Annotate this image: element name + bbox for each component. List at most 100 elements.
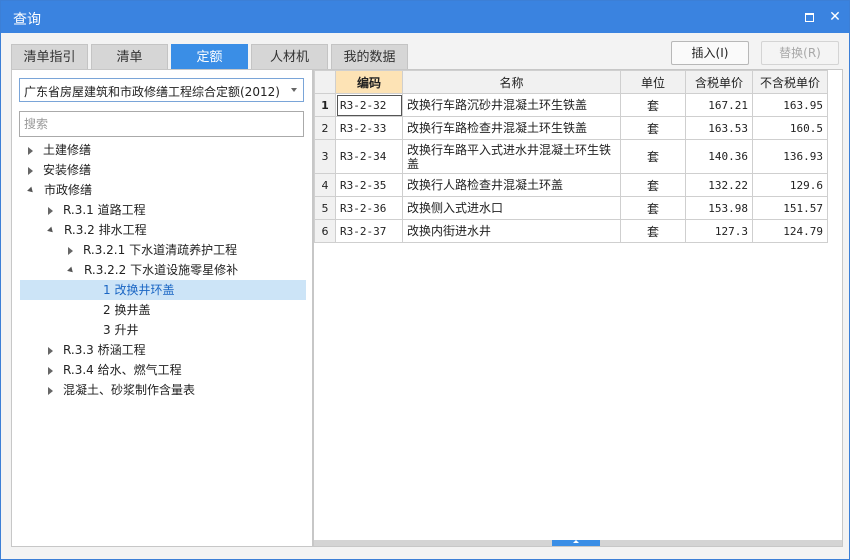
cell-name: 改换侧入式进水口	[402, 196, 621, 220]
tree-item-label: R.3.3 桥涵工程	[63, 343, 146, 357]
cell-unit: 套	[620, 173, 686, 197]
table-row[interactable]: 4 R3-2-35 改换行人路检查井混凝土环盖套 132.22 129.6	[314, 173, 828, 197]
quota-table: 编码 名称 单位 含税单价 不含税单价 1 R3-2-32 改换行车路沉砂井混凝土环…	[314, 70, 828, 243]
cell-name: 改换行车路检查井混凝土环生铁盖	[402, 116, 621, 140]
cell-code: R3-2-35	[335, 173, 403, 197]
maximize-icon[interactable]	[801, 9, 817, 25]
cell-price-notax: 163.95	[752, 93, 828, 117]
tree-item-label: R.3.2 排水工程	[64, 223, 147, 237]
cell-unit: 套	[620, 139, 686, 174]
collapsed-triangle-icon[interactable]	[48, 386, 53, 395]
table-row[interactable]: 1 R3-2-32 改换行车路沉砂井混凝土环生铁盖套 167.21 163.95	[314, 93, 828, 117]
tree-item[interactable]: 3 升井	[20, 320, 306, 340]
search-input[interactable]	[19, 111, 304, 137]
row-number[interactable]: 2	[314, 116, 336, 140]
cell-name: 改换行车路沉砂井混凝土环生铁盖	[402, 93, 621, 117]
replace-button[interactable]: 替换(R)	[761, 41, 839, 65]
collapsed-triangle-icon[interactable]	[28, 166, 33, 175]
tree-item[interactable]: R.3.2.1 下水道清疏养护工程	[20, 240, 306, 260]
tree-item[interactable]: R.3.2.2 下水道设施零星修补	[20, 260, 306, 280]
cell-name: 改换内街进水井	[402, 219, 621, 243]
column-header-unit[interactable]: 单位	[620, 70, 686, 94]
cell-name: 改换行车路平入式进水井混凝土环生铁盖	[402, 139, 621, 174]
column-header-price-tax[interactable]: 含税单价	[685, 70, 753, 94]
caret-up-icon	[573, 540, 579, 543]
tree-item-label: R.3.1 道路工程	[63, 203, 146, 217]
tree-item[interactable]: 土建修缮	[20, 140, 306, 160]
collapsed-triangle-icon[interactable]	[68, 246, 73, 255]
tab-quota[interactable]: 定额	[171, 44, 248, 69]
collapsed-triangle-icon[interactable]	[48, 206, 53, 215]
tree-item-label: 市政修缮	[44, 183, 93, 197]
collapsed-triangle-icon[interactable]	[28, 146, 33, 155]
column-header-name[interactable]: 名称	[402, 70, 621, 94]
quota-tree-panel: 广东省房屋建筑和市政修缮工程综合定额(2012) 土建修缮安装修缮市政修缮 R.3…	[11, 69, 313, 547]
tree-item[interactable]: R.3.4 给水、燃气工程	[20, 360, 306, 380]
tree-item-label: 3 升井	[103, 323, 139, 337]
window-title: 查询	[13, 12, 41, 28]
tree-item[interactable]: 混凝土、砂浆制作含量表	[20, 380, 306, 400]
tree-item[interactable]: R.3.2 排水工程	[20, 220, 306, 240]
chevron-down-icon	[291, 88, 297, 92]
close-icon[interactable]: ✕	[827, 9, 843, 25]
cell-price-notax: 160.5	[752, 116, 828, 140]
column-header-price-notax[interactable]: 不含税单价	[752, 70, 828, 94]
tab-bill[interactable]: 清单	[91, 44, 168, 69]
cell-unit: 套	[620, 116, 686, 140]
table-row[interactable]: 3 R3-2-34 改换行车路平入式进水井混凝土环生铁盖套 140.36 136.93	[314, 139, 828, 174]
cell-unit: 套	[620, 93, 686, 117]
cell-price-notax: 124.79	[752, 219, 828, 243]
tree-item-label: 1 改换井环盖	[103, 283, 175, 297]
expanded-triangle-icon[interactable]	[67, 266, 75, 275]
tree-item-label: R.3.2.1 下水道清疏养护工程	[83, 243, 238, 257]
row-number[interactable]: 6	[314, 219, 336, 243]
tree-item-label: 土建修缮	[43, 143, 92, 157]
collapsed-triangle-icon[interactable]	[48, 346, 53, 355]
cell-name: 改换行人路检查井混凝土环盖	[402, 173, 621, 197]
tree-item[interactable]: 市政修缮	[20, 180, 306, 200]
table-row[interactable]: 2 R3-2-33 改换行车路检查井混凝土环生铁盖套 163.53 160.5	[314, 116, 828, 140]
table-header-row: 编码 名称 单位 含税单价 不含税单价	[314, 70, 828, 94]
quota-library-dropdown[interactable]: 广东省房屋建筑和市政修缮工程综合定额(2012)	[19, 78, 304, 102]
cell-price-tax: 153.98	[685, 196, 753, 220]
table-row[interactable]: 6 R3-2-37 改换内街进水井套 127.3 124.79	[314, 219, 828, 243]
cell-price-tax: 132.22	[685, 173, 753, 197]
table-row[interactable]: 5 R3-2-36 改换侧入式进水口套 153.98 151.57	[314, 196, 828, 220]
tree-item-label: 2 换井盖	[103, 303, 151, 317]
tree-item[interactable]: R.3.3 桥涵工程	[20, 340, 306, 360]
row-number[interactable]: 1	[314, 93, 336, 117]
column-header-code[interactable]: 编码	[335, 70, 403, 94]
tree-item-label: R.3.2.2 下水道设施零星修补	[84, 263, 239, 277]
cell-code: R3-2-32	[335, 93, 403, 117]
expanded-triangle-icon[interactable]	[27, 186, 35, 195]
resize-grip-icon[interactable]	[837, 547, 845, 555]
quota-grid-panel: 编码 名称 单位 含税单价 不含税单价 1 R3-2-32 改换行车路沉砂井混凝土环…	[313, 69, 843, 547]
tab-my-data[interactable]: 我的数据	[331, 44, 408, 69]
tree-item[interactable]: 1 改换井环盖	[20, 280, 306, 300]
cell-price-tax: 127.3	[685, 219, 753, 243]
query-dialog: 查询 ✕ 清单指引 清单 定额 人材机 我的数据 插入(I) 替换(R) 广东省…	[0, 0, 850, 560]
tab-labor-material[interactable]: 人材机	[251, 44, 328, 69]
tree-item-label: 安装修缮	[43, 163, 92, 177]
cell-code: R3-2-37	[335, 219, 403, 243]
tab-bill-guide[interactable]: 清单指引	[11, 44, 88, 69]
expanded-triangle-icon[interactable]	[47, 226, 55, 235]
insert-button[interactable]: 插入(I)	[671, 41, 749, 65]
title-bar: 查询 ✕	[1, 1, 849, 33]
row-number[interactable]: 4	[314, 173, 336, 197]
row-number[interactable]: 5	[314, 196, 336, 220]
cell-code: R3-2-34	[335, 139, 403, 174]
cell-code: R3-2-33	[335, 116, 403, 140]
row-number[interactable]: 3	[314, 139, 336, 174]
tree-item-label: 混凝土、砂浆制作含量表	[63, 383, 196, 397]
tree-item[interactable]: R.3.1 道路工程	[20, 200, 306, 220]
row-number-header	[314, 70, 336, 94]
horizontal-scrollbar[interactable]	[314, 540, 842, 546]
collapsed-triangle-icon[interactable]	[48, 366, 53, 375]
dropdown-value: 广东省房屋建筑和市政修缮工程综合定额(2012)	[24, 85, 280, 99]
cell-price-tax: 163.53	[685, 116, 753, 140]
tree-item[interactable]: 安装修缮	[20, 160, 306, 180]
cell-price-notax: 129.6	[752, 173, 828, 197]
tree-item[interactable]: 2 换井盖	[20, 300, 306, 320]
cell-price-notax: 151.57	[752, 196, 828, 220]
